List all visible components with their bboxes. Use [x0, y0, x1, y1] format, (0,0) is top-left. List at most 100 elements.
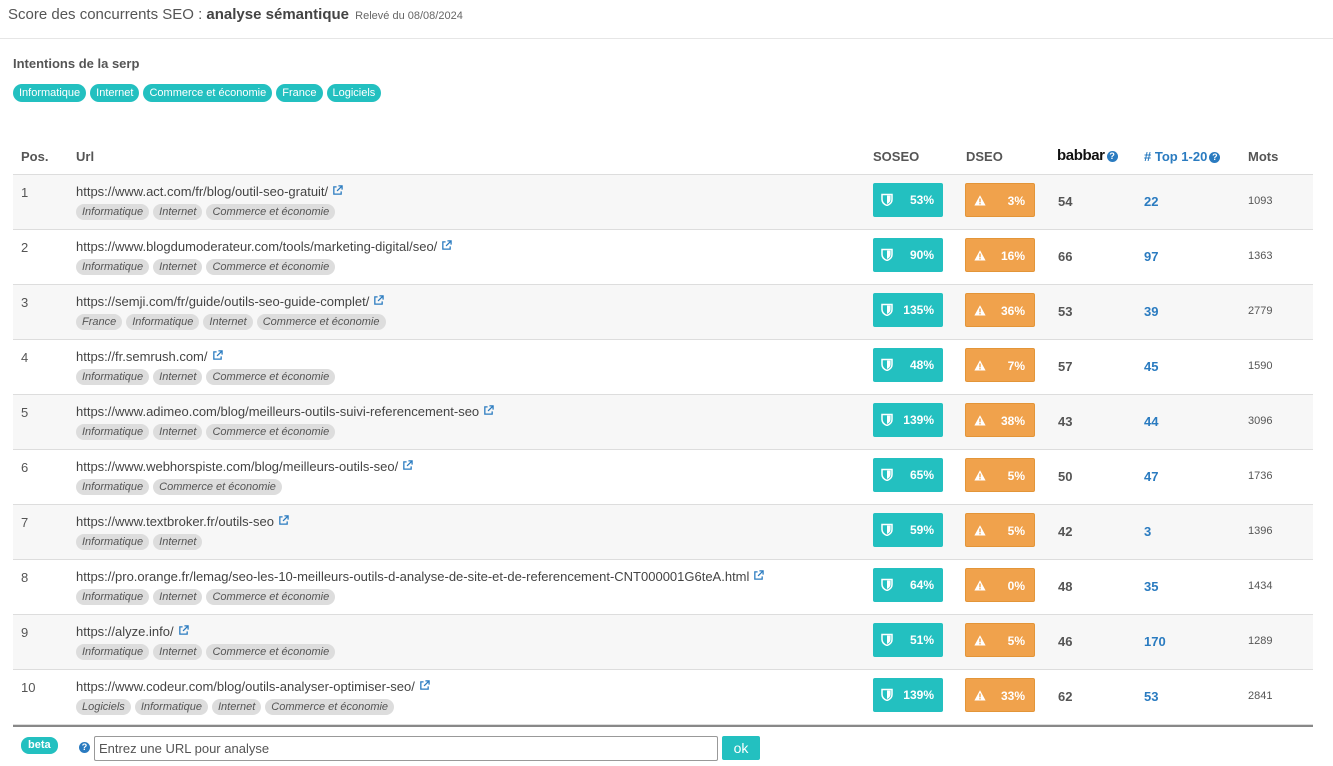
external-link-icon[interactable] [278, 515, 289, 526]
shield-icon [881, 248, 893, 261]
external-link-icon[interactable] [212, 350, 223, 361]
dseo-value: 5% [1007, 524, 1025, 538]
category-tag: Commerce et économie [206, 424, 336, 440]
top-count[interactable]: 39 [1144, 304, 1158, 319]
soseo-value: 51% [909, 633, 934, 647]
ok-button[interactable]: ok [722, 736, 760, 760]
title-prefix: Score des concurrents SEO : [8, 6, 207, 23]
category-tag: Commerce et économie [206, 204, 336, 220]
shield-icon [881, 193, 893, 206]
category-tag: Internet [211, 699, 262, 715]
dseo-value: 0% [1007, 579, 1025, 593]
row-url-text[interactable]: https://semji.com/fr/guide/outils-seo-gu… [76, 294, 369, 309]
category-tag: Commerce et économie [206, 259, 336, 275]
external-link-icon[interactable] [178, 625, 189, 636]
row-url-text[interactable]: https://www.textbroker.fr/outils-seo [76, 514, 274, 529]
external-link-icon[interactable] [483, 405, 494, 416]
row-url-text[interactable]: https://www.act.com/fr/blog/outil-seo-gr… [76, 184, 328, 199]
warning-icon [974, 525, 986, 536]
row-tags: Informatique Internet Commerce et économie [76, 424, 336, 440]
external-link-icon[interactable] [753, 570, 765, 581]
table-row: 3 https://semji.com/fr/guide/outils-seo-g… [13, 285, 1313, 340]
help-icon[interactable]: ? [79, 742, 90, 753]
row-url-text[interactable]: https://pro.orange.fr/lemag/seo-les-10-m… [76, 569, 749, 584]
word-count: 1736 [1248, 470, 1273, 482]
word-count: 1396 [1248, 525, 1273, 537]
warning-icon [974, 415, 986, 426]
row-url-text[interactable]: https://alyze.info/ [76, 624, 174, 639]
header-url[interactable]: Url [76, 149, 94, 164]
row-tags: Logiciels Informatique Internet Commerce et… [76, 699, 395, 715]
row-url-text[interactable]: https://www.webhorspiste.com/blog/meille… [76, 459, 398, 474]
intention-tag: Logiciels [326, 84, 382, 102]
row-url-text[interactable]: https://www.codeur.com/blog/outils-analy… [76, 679, 415, 694]
top-count[interactable]: 45 [1144, 359, 1158, 374]
word-count: 2841 [1248, 690, 1273, 702]
soseo-score: 64% [873, 568, 943, 602]
header-babbar[interactable]: babbar? [1057, 147, 1118, 164]
header-top[interactable]: # Top 1-20? [1144, 149, 1221, 164]
external-link-icon[interactable] [332, 185, 343, 196]
row-position: 5 [21, 405, 29, 420]
header-mots[interactable]: Mots [1248, 149, 1278, 164]
row-tags: Informatique Commerce et économie [76, 479, 282, 495]
table-header: Pos. Url SOSEO DSEO babbar? # Top 1-20? … [13, 137, 1313, 175]
warning-icon [974, 635, 986, 646]
dseo-value: 16% [1000, 249, 1025, 263]
babbar-value: 54 [1058, 194, 1073, 209]
soseo-value: 139% [903, 688, 934, 702]
soseo-score: 139% [873, 678, 943, 712]
external-link-icon[interactable] [419, 680, 430, 691]
category-tag: Informatique [126, 314, 200, 330]
row-url: https://www.act.com/fr/blog/outil-seo-gr… [76, 184, 343, 199]
soseo-value: 139% [903, 413, 934, 427]
babbar-value: 53 [1058, 304, 1073, 319]
warning-icon [974, 470, 986, 481]
row-url: https://www.textbroker.fr/outils-seo [76, 514, 289, 529]
dseo-value: 3% [1007, 194, 1025, 208]
word-count: 1590 [1248, 360, 1273, 372]
word-count: 2779 [1248, 305, 1273, 317]
external-link-icon[interactable] [441, 240, 453, 251]
row-position: 6 [21, 460, 29, 475]
header-dseo[interactable]: DSEO [966, 149, 1003, 164]
row-position: 9 [21, 625, 29, 640]
row-url-text[interactable]: https://www.blogdumoderateur.com/tools/m… [76, 239, 437, 254]
row-tags: Informatique Internet [76, 534, 203, 550]
soseo-score: 53% [873, 183, 943, 217]
warning-icon [974, 580, 986, 591]
report-date: Relevé du 08/08/2024 [355, 10, 463, 22]
top-count[interactable]: 170 [1144, 634, 1166, 649]
category-tag: Commerce et économie [206, 369, 336, 385]
dseo-score: 36% [965, 293, 1035, 327]
row-url-text[interactable]: https://www.adimeo.com/blog/meilleurs-ou… [76, 404, 479, 419]
top-count[interactable]: 22 [1144, 194, 1158, 209]
row-tags: Informatique Internet Commerce et économie [76, 644, 336, 660]
page-title: Score des concurrents SEO : analyse séma… [8, 6, 463, 23]
soseo-score: 139% [873, 403, 943, 437]
top-count[interactable]: 97 [1144, 249, 1158, 264]
external-link-icon[interactable] [402, 460, 413, 471]
top-count[interactable]: 53 [1144, 689, 1158, 704]
soseo-score: 90% [873, 238, 943, 272]
row-url-text[interactable]: https://fr.semrush.com/ [76, 349, 208, 364]
category-tag: Informatique [76, 534, 150, 550]
help-icon[interactable]: ? [1209, 152, 1221, 163]
header-soseo[interactable]: SOSEO [873, 149, 919, 164]
top-count[interactable]: 44 [1144, 414, 1158, 429]
top-count[interactable]: 3 [1144, 524, 1151, 539]
url-analysis-input[interactable] [94, 736, 718, 761]
header-pos[interactable]: Pos. [21, 149, 48, 164]
intentions-tags: Informatique Internet Commerce et économie… [13, 84, 382, 102]
babbar-value: 42 [1058, 524, 1073, 539]
row-url: https://www.adimeo.com/blog/meilleurs-ou… [76, 404, 494, 419]
category-tag: Internet [153, 424, 203, 440]
shield-icon [881, 303, 893, 316]
top-count[interactable]: 47 [1144, 469, 1158, 484]
external-link-icon[interactable] [373, 295, 385, 306]
help-icon[interactable]: ? [1106, 151, 1118, 162]
category-tag: Internet [153, 369, 203, 385]
dseo-score: 3% [965, 183, 1035, 217]
row-url: https://alyze.info/ [76, 624, 189, 639]
top-count[interactable]: 35 [1144, 579, 1158, 594]
